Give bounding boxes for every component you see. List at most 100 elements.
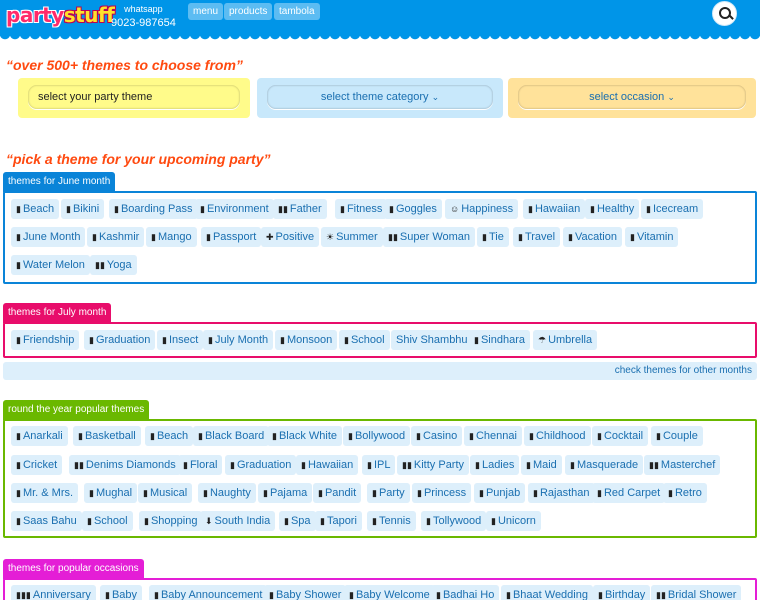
- theme-chip[interactable]: ▮ Rajasthan: [528, 483, 595, 503]
- theme-chip[interactable]: ▮ Vacation: [563, 227, 622, 247]
- theme-chip[interactable]: ▮ Anarkali: [11, 426, 68, 446]
- theme-chip[interactable]: ▮ Birthday: [593, 585, 651, 600]
- nav-tambola-button[interactable]: tambola: [274, 3, 320, 20]
- theme-chip[interactable]: ▮▮▮ Anniversary: [11, 585, 96, 600]
- theme-chip[interactable]: ▮ School: [82, 511, 133, 531]
- theme-chip[interactable]: ▮ Hawaiian: [523, 199, 586, 219]
- theme-chip[interactable]: ▮ Baby Announcement: [149, 585, 268, 600]
- theme-chip[interactable]: ▮ Tapori: [315, 511, 362, 531]
- theme-chip[interactable]: ▮ Basketball: [73, 426, 141, 446]
- phone-number[interactable]: 9023-987654: [111, 16, 176, 30]
- theme-chip[interactable]: ✚ Positive: [261, 227, 320, 247]
- theme-chip[interactable]: ▮ IPL: [362, 455, 396, 475]
- theme-chip[interactable]: ▮ Goggles: [384, 199, 442, 219]
- theme-chip[interactable]: ▮ Pajama: [258, 483, 313, 503]
- theme-chip[interactable]: ▮ Musical: [138, 483, 193, 503]
- theme-chip[interactable]: ▮ July Month: [203, 330, 274, 350]
- theme-chip[interactable]: ▮ Tie: [477, 227, 509, 247]
- theme-chip[interactable]: ▮ June Month: [11, 227, 86, 247]
- search-icon[interactable]: [712, 1, 737, 26]
- theme-chip[interactable]: ▮ Couple: [651, 426, 703, 446]
- theme-chip[interactable]: ▮ Beach: [11, 199, 60, 219]
- theme-chip[interactable]: ☂ Umbrella: [533, 330, 598, 350]
- theme-chip[interactable]: ▮▮ Masterchef: [644, 455, 721, 475]
- theme-chip[interactable]: ▮ Spa: [279, 511, 316, 531]
- theme-chip[interactable]: ▮▮ Bridal Shower: [651, 585, 742, 600]
- theme-chip[interactable]: ▮ Environment: [195, 199, 274, 219]
- theme-chip[interactable]: ☀ Summer: [321, 227, 383, 247]
- theme-chip[interactable]: ☺ Happiness: [445, 199, 519, 219]
- theme-chip[interactable]: ▮ Icecream: [641, 199, 704, 219]
- theme-chip[interactable]: ⬇ South India: [200, 511, 276, 531]
- theme-chip[interactable]: ▮ Baby Shower: [264, 585, 347, 600]
- theme-chip[interactable]: ▮ Mango: [146, 227, 197, 247]
- theme-chip[interactable]: Shiv Shambhu: [391, 330, 473, 350]
- theme-category-select[interactable]: select theme category ⌄: [267, 85, 493, 109]
- theme-chip[interactable]: ▮ Cocktail: [592, 426, 649, 446]
- theme-chip[interactable]: ▮ Mughal: [84, 483, 138, 503]
- theme-chip[interactable]: ▮ Retro: [663, 483, 707, 503]
- theme-chip[interactable]: ▮ Water Melon: [11, 255, 90, 275]
- theme-chip[interactable]: ▮ Masquerade: [565, 455, 644, 475]
- theme-chip[interactable]: ▮ Floral: [178, 455, 223, 475]
- theme-chip[interactable]: ▮ Sindhara: [469, 330, 530, 350]
- theme-chip[interactable]: ▮▮ Super Woman: [383, 227, 476, 247]
- theme-chip[interactable]: ▮ Black Board: [193, 426, 270, 446]
- theme-chip[interactable]: ▮ Travel: [513, 227, 561, 247]
- theme-chip[interactable]: ▮ Beach: [145, 426, 194, 446]
- theme-chip[interactable]: ▮ Mr. & Mrs.: [11, 483, 79, 503]
- theme-chip[interactable]: ▮ Casino: [411, 426, 463, 446]
- occasions-section-label: themes for popular occasions: [3, 559, 144, 579]
- theme-chip[interactable]: ▮ Black White: [267, 426, 343, 446]
- theme-chip[interactable]: ▮ Badhai Ho: [431, 585, 500, 600]
- theme-chip[interactable]: ▮ Red Carpet: [592, 483, 666, 503]
- other-months-link[interactable]: check themes for other months: [3, 362, 757, 380]
- theme-chip[interactable]: ▮ Princess: [412, 483, 472, 503]
- theme-chip[interactable]: ▮ Saas Bahu: [11, 511, 82, 531]
- nav-products-button[interactable]: products: [224, 3, 273, 20]
- theme-chip[interactable]: ▮ Ladies: [470, 455, 520, 475]
- theme-chip[interactable]: ▮ Cricket: [11, 455, 63, 475]
- theme-chip[interactable]: ▮ Insect: [157, 330, 204, 350]
- theme-chip[interactable]: ▮ School: [339, 330, 390, 350]
- theme-chip[interactable]: ▮ Baby Welcome: [344, 585, 435, 600]
- nav-menu-button[interactable]: menu: [188, 3, 224, 20]
- chevron-down-icon: ⌄: [667, 92, 675, 102]
- theme-chip[interactable]: ▮▮ Denims Diamonds: [69, 455, 181, 475]
- theme-chip[interactable]: ▮ Pandit: [313, 483, 362, 503]
- theme-chip[interactable]: ▮ Healthy: [585, 199, 640, 219]
- theme-chip[interactable]: ▮ Boarding Pass: [109, 199, 198, 219]
- theme-chip[interactable]: ▮ Bollywood: [343, 426, 411, 446]
- theme-chip[interactable]: ▮ Hawaiian: [296, 455, 359, 475]
- theme-chip[interactable]: ▮ Kashmir: [87, 227, 145, 247]
- theme-chip[interactable]: ▮ Monsoon: [275, 330, 338, 350]
- theme-chip[interactable]: ▮ Vitamin: [625, 227, 679, 247]
- logo[interactable]: partystuff: [6, 3, 115, 27]
- year-row-1: ▮ Anarkali ▮ Basketball ▮ Beach ▮ Black Boar…: [8, 426, 754, 446]
- theme-chip[interactable]: ▮ Chennai: [464, 426, 522, 446]
- theme-chip[interactable]: ▮ Passport: [201, 227, 262, 247]
- theme-chip[interactable]: ▮ Childhood: [524, 426, 591, 446]
- theme-chip[interactable]: ▮▮ Yoga: [90, 255, 137, 275]
- theme-chip[interactable]: ▮▮ Father: [273, 199, 327, 219]
- theme-chip[interactable]: ▮▮ Kitty Party: [397, 455, 470, 475]
- pick-theme-heading: “pick a theme for your upcoming party”: [6, 151, 271, 167]
- theme-chip[interactable]: ▮ Naughty: [198, 483, 256, 503]
- theme-chip[interactable]: ▮ Baby: [100, 585, 143, 600]
- theme-chip[interactable]: ▮ Unicorn: [486, 511, 541, 531]
- theme-chip[interactable]: ▮ Bikini: [61, 199, 105, 219]
- theme-chip[interactable]: ▮ Fitness: [335, 199, 388, 219]
- theme-chip[interactable]: ▮ Graduation: [225, 455, 297, 475]
- theme-chip[interactable]: ▮ Graduation: [84, 330, 156, 350]
- theme-chip[interactable]: ▮ Maid: [521, 455, 562, 475]
- whatsapp-label: whatsapp: [124, 4, 163, 14]
- theme-chip[interactable]: ▮ Bhaat Wedding: [501, 585, 593, 600]
- party-theme-select[interactable]: select your party theme: [28, 85, 240, 109]
- theme-chip[interactable]: ▮ Friendship: [11, 330, 80, 350]
- theme-chip[interactable]: ▮ Punjab: [474, 483, 526, 503]
- theme-chip[interactable]: ▮ Shopping: [139, 511, 203, 531]
- theme-chip[interactable]: ▮ Party: [367, 483, 410, 503]
- occasion-select[interactable]: select occasion ⌄: [518, 85, 746, 109]
- theme-chip[interactable]: ▮ Tennis: [367, 511, 416, 531]
- theme-chip[interactable]: ▮ Tollywood: [421, 511, 487, 531]
